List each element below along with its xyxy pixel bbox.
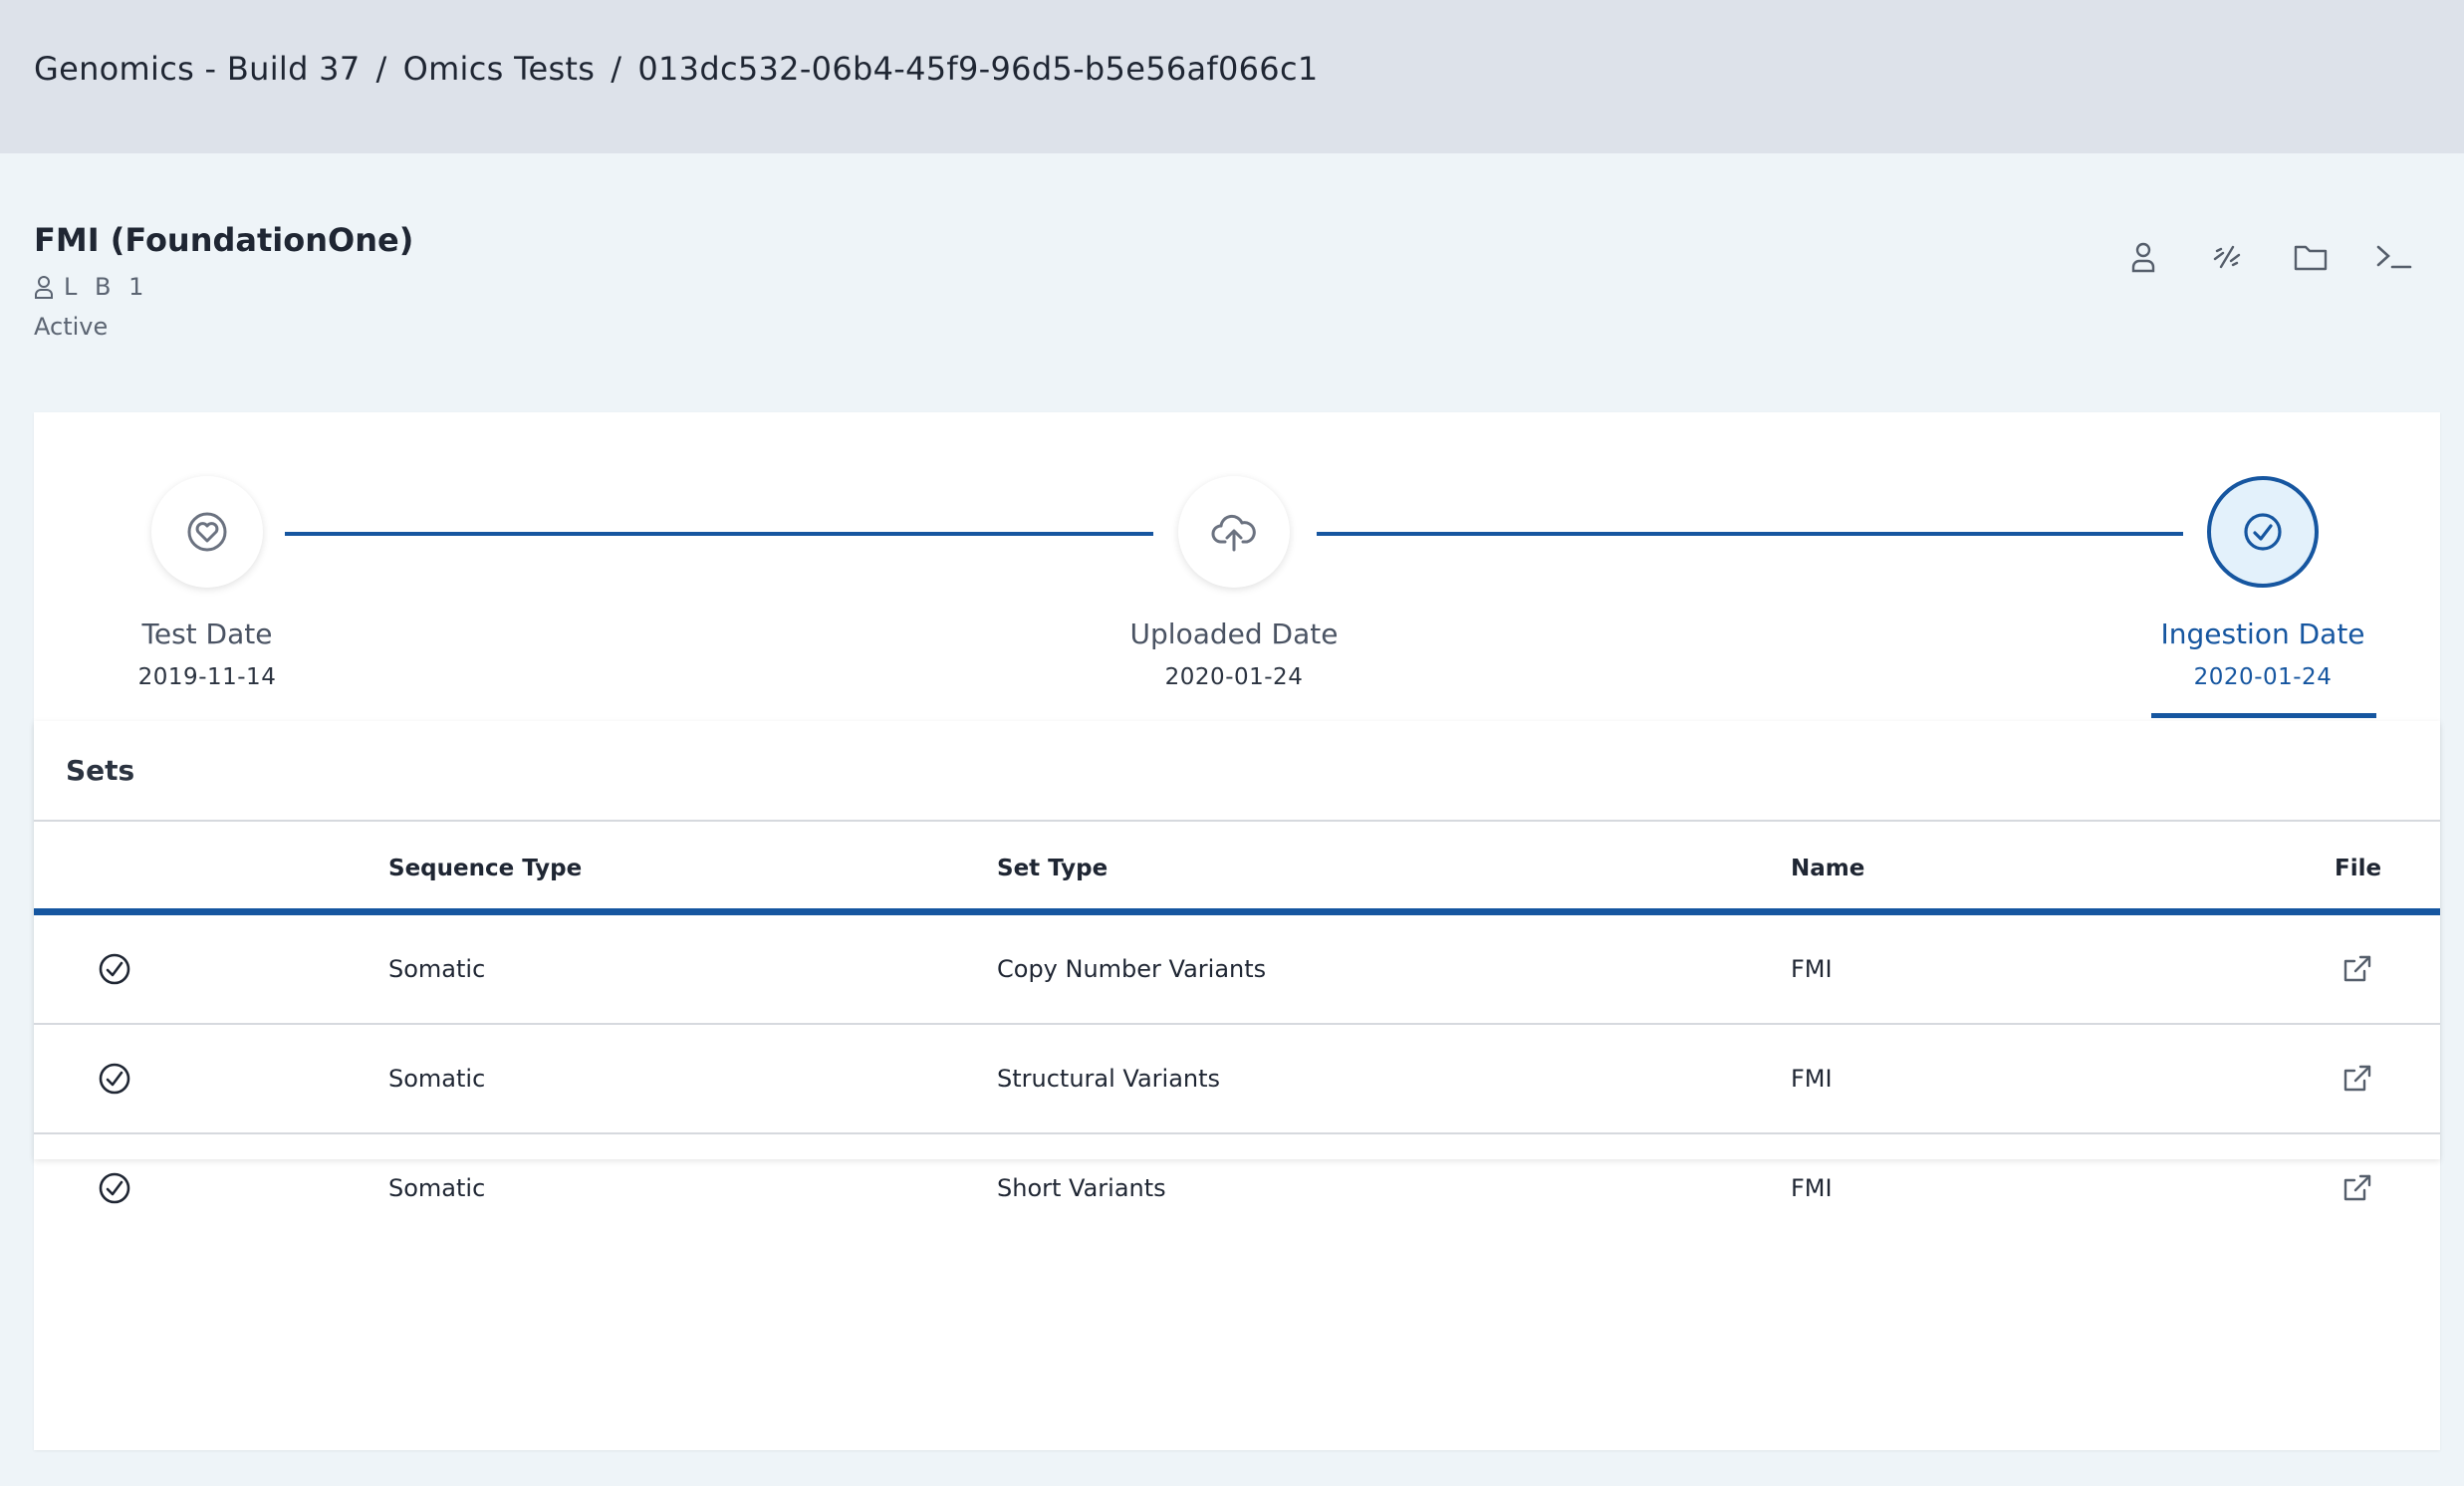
step-circle bbox=[1178, 476, 1290, 588]
external-link-icon bbox=[2343, 1174, 2371, 1201]
active-step-indicator bbox=[2151, 713, 2376, 718]
check-circle-icon bbox=[99, 953, 130, 985]
breadcrumb-separator: / bbox=[375, 50, 387, 88]
column-header-set-type[interactable]: Set Type bbox=[997, 822, 1108, 915]
owner-row: L B 1 bbox=[34, 273, 413, 301]
main-card: Test Date 2019-11-14 Uploaded Date 2020-… bbox=[34, 412, 2440, 1450]
cell-sequence-type: Somatic bbox=[388, 1174, 486, 1202]
timeline-step-test-date[interactable]: Test Date 2019-11-14 bbox=[88, 476, 327, 690]
timeline-step-ingestion-date[interactable]: Ingestion Date 2020-01-24 bbox=[2143, 476, 2382, 690]
table-row[interactable]: Somatic Copy Number Variants FMI bbox=[34, 915, 2440, 1025]
row-status bbox=[98, 1025, 131, 1132]
timeline-connector bbox=[1317, 532, 2183, 536]
cloud-upload-icon bbox=[1211, 514, 1256, 552]
cell-sequence-type: Somatic bbox=[388, 1065, 486, 1093]
sets-title: Sets bbox=[34, 721, 2440, 822]
folder-button[interactable] bbox=[2291, 237, 2331, 277]
breadcrumb-item-current: 013dc532-06b4-45f9-96d5-b5e56af066c1 bbox=[637, 50, 1319, 88]
step-label: Test Date bbox=[141, 618, 273, 650]
cell-name: FMI bbox=[1791, 1065, 1833, 1093]
open-file-button[interactable] bbox=[2342, 1025, 2372, 1132]
open-file-button[interactable] bbox=[2342, 1134, 2372, 1242]
breadcrumb-item-genomics[interactable]: Genomics - Build 37 bbox=[34, 50, 360, 88]
timeline-connector bbox=[285, 532, 1153, 536]
cell-name: FMI bbox=[1791, 1174, 1833, 1202]
header-actions bbox=[2123, 237, 2414, 277]
cell-set-type: Copy Number Variants bbox=[997, 955, 1267, 983]
step-circle bbox=[151, 476, 263, 588]
cell-name: FMI bbox=[1791, 955, 1833, 983]
step-label: Ingestion Date bbox=[2160, 618, 2365, 650]
check-circle-icon bbox=[99, 1172, 130, 1204]
open-file-button[interactable] bbox=[2342, 915, 2372, 1023]
column-header-file[interactable]: File bbox=[2335, 822, 2381, 915]
page-header: FMI (FoundationOne) L B 1 Active bbox=[34, 221, 413, 341]
sets-panel: Sets Sequence Type Set Type Name File So… bbox=[34, 721, 2440, 1204]
table-row[interactable]: Somatic Short Variants FMI bbox=[34, 1134, 2440, 1244]
unlink-button[interactable] bbox=[2207, 237, 2247, 277]
timeline-step-uploaded-date[interactable]: Uploaded Date 2020-01-24 bbox=[1114, 476, 1354, 690]
table-header: Sequence Type Set Type Name File bbox=[34, 822, 2440, 915]
top-bar: Genomics - Build 37 / Omics Tests / 013d… bbox=[0, 0, 2464, 153]
link-broken-icon bbox=[2213, 245, 2241, 269]
patient-button[interactable] bbox=[2123, 237, 2163, 277]
column-header-sequence-type[interactable]: Sequence Type bbox=[388, 822, 582, 915]
cell-set-type: Structural Variants bbox=[997, 1065, 1221, 1093]
step-date: 2019-11-14 bbox=[137, 664, 277, 690]
step-circle bbox=[2207, 476, 2319, 588]
folder-icon bbox=[2294, 245, 2328, 271]
terminal-button[interactable] bbox=[2374, 237, 2414, 277]
breadcrumb-separator: / bbox=[611, 50, 622, 88]
column-header-name[interactable]: Name bbox=[1791, 822, 1864, 915]
step-label: Uploaded Date bbox=[1129, 618, 1339, 650]
external-link-icon bbox=[2343, 955, 2371, 982]
breadcrumb: Genomics - Build 37 / Omics Tests / 013d… bbox=[34, 50, 1319, 88]
terminal-icon bbox=[2376, 245, 2412, 269]
external-link-icon bbox=[2343, 1065, 2371, 1092]
table-row[interactable]: Somatic Structural Variants FMI bbox=[34, 1025, 2440, 1134]
cell-sequence-type: Somatic bbox=[388, 955, 486, 983]
status-text: Active bbox=[34, 313, 109, 341]
check-circle-icon bbox=[2244, 513, 2282, 551]
page-title: FMI (FoundationOne) bbox=[34, 221, 414, 259]
row-status bbox=[98, 915, 131, 1023]
breadcrumb-item-omics-tests[interactable]: Omics Tests bbox=[403, 50, 596, 88]
heart-badge-icon bbox=[187, 512, 227, 552]
person-icon bbox=[35, 276, 53, 299]
step-date: 2020-01-24 bbox=[1164, 664, 1304, 690]
cell-set-type: Short Variants bbox=[997, 1174, 1166, 1202]
check-circle-icon bbox=[99, 1063, 130, 1095]
person-icon bbox=[2131, 242, 2155, 273]
row-status bbox=[98, 1134, 131, 1242]
owner-name: L B 1 bbox=[64, 273, 149, 301]
step-date: 2020-01-24 bbox=[2193, 664, 2333, 690]
timeline: Test Date 2019-11-14 Uploaded Date 2020-… bbox=[34, 412, 2440, 721]
